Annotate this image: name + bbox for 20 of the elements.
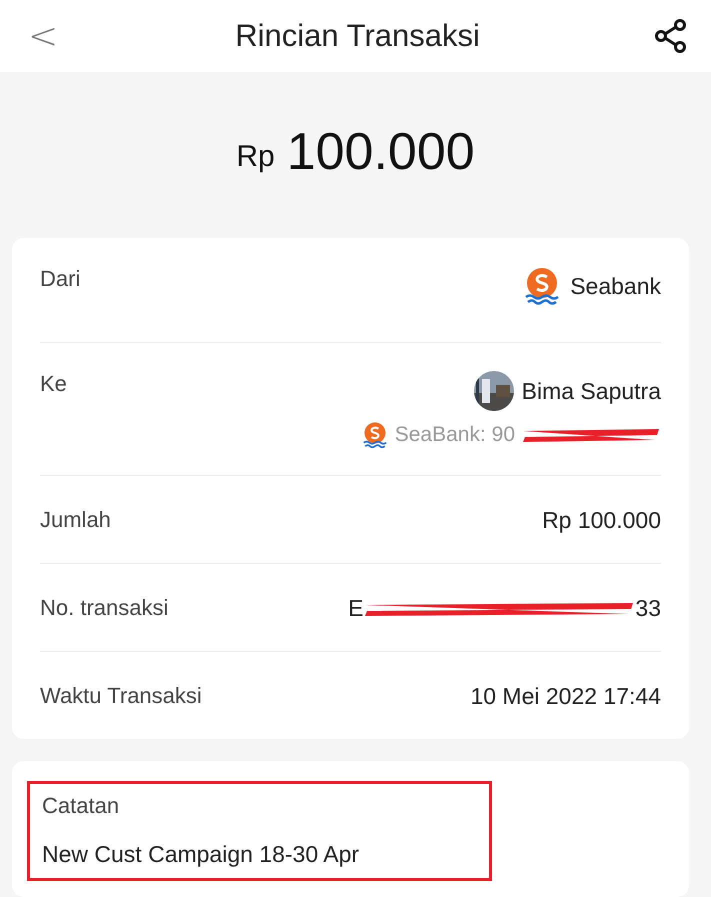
back-button[interactable]: < [24, 16, 62, 56]
notes-label: Catatan [42, 793, 120, 819]
account-number: SeaBank: 90 [394, 423, 515, 447]
page-title: Rincian Transaksi [235, 18, 480, 54]
row-label: No. transaksi [40, 595, 168, 621]
row-label: Dari [40, 266, 80, 292]
row-value: E [348, 595, 364, 622]
row-value: 33 [635, 595, 661, 622]
row-value: 10 Mei 2022 17:44 [470, 683, 661, 710]
recipient-name: Bima Saputra [522, 378, 661, 404]
row-value: Seabank [570, 272, 661, 300]
row-label: Waktu Transaksi [40, 683, 202, 709]
amount-value: 100.000 [286, 122, 475, 182]
row-value: Rp 100.000 [542, 507, 661, 534]
currency-label: Rp [236, 140, 275, 174]
notes-text: New Cust Campaign 18-30 Apr [42, 841, 360, 868]
row-label: Jumlah [40, 507, 111, 533]
seabank-logo-icon [360, 421, 389, 449]
row-label: Ke [40, 371, 67, 397]
share-icon[interactable] [652, 18, 689, 54]
